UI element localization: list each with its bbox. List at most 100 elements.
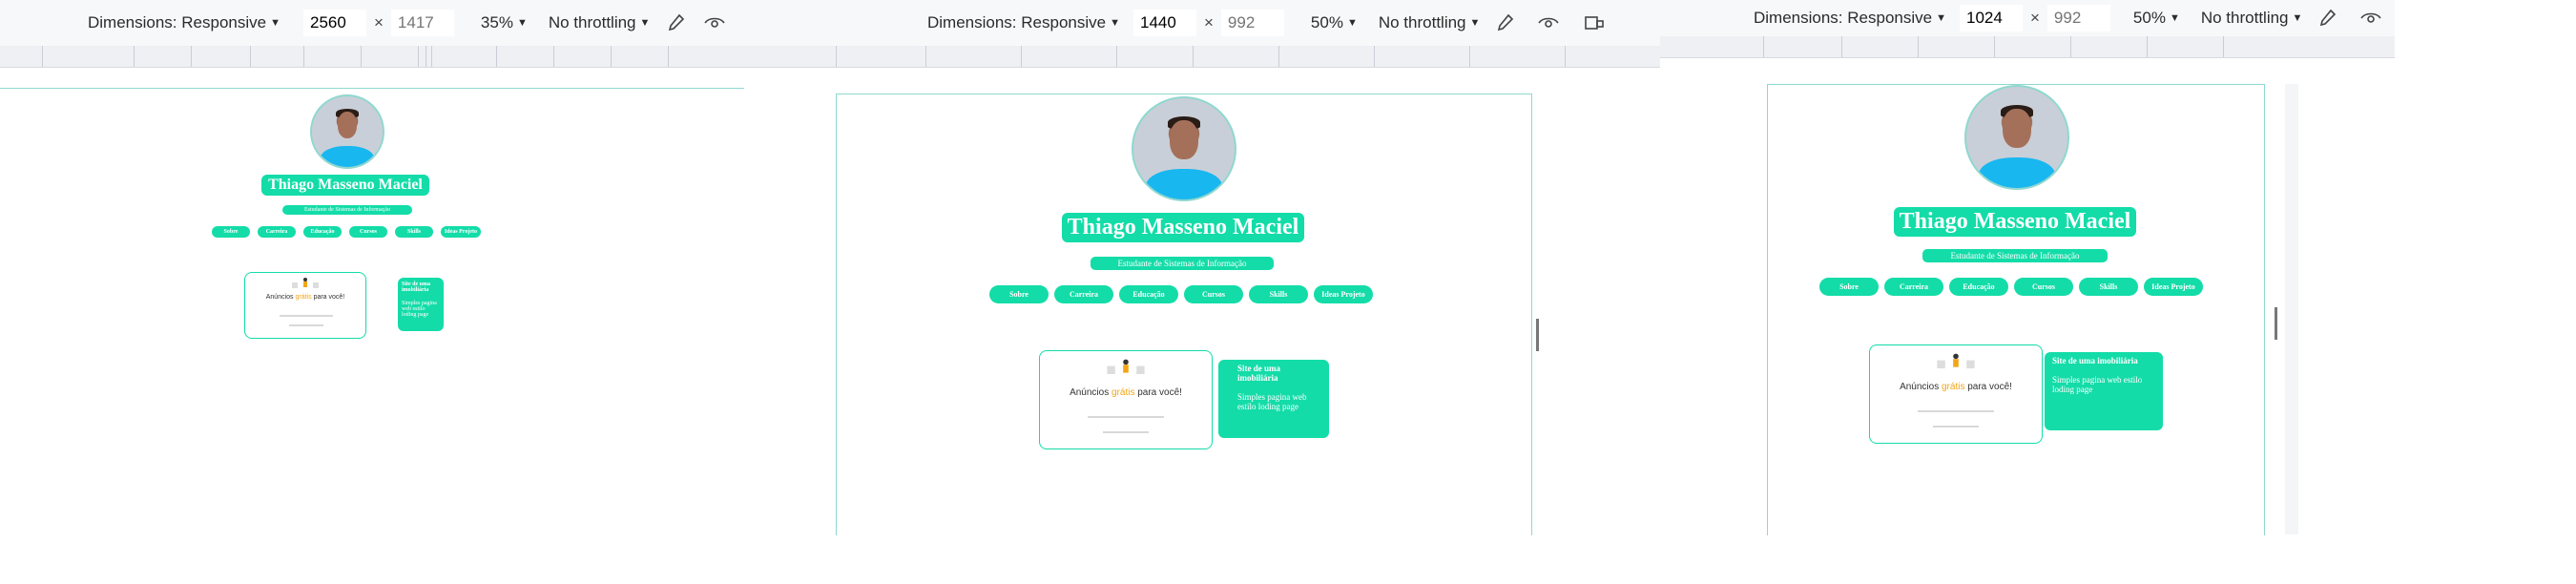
nav-cursos[interactable]: Cursos — [1184, 285, 1243, 303]
nav-sobre[interactable]: Sobre — [1819, 278, 1879, 296]
media-query-ruler[interactable] — [0, 46, 744, 68]
profile-photo — [1132, 96, 1236, 201]
media-query-ruler[interactable] — [1660, 36, 2395, 58]
device-toolbar: Dimensions: Responsive▼ × 50%▼ No thrott… — [1660, 0, 2395, 36]
profile-name: Thiago Masseno Maciel — [261, 175, 429, 196]
eyedropper-icon[interactable] — [1491, 10, 1518, 36]
project-description: Simples pagina web estilo loding page — [2052, 375, 2143, 394]
project-description: Simples pagina web estilo loding page — [1237, 392, 1307, 411]
nav-skills[interactable]: Skills — [395, 226, 433, 238]
chevron-down-icon: ▼ — [2169, 12, 2180, 24]
dimensions-dropdown[interactable]: Dimensions: Responsive ▼ — [88, 13, 280, 32]
dimensions-dropdown[interactable]: Dimensions: Responsive ▼ — [927, 13, 1120, 32]
device-viewport: Thiago Masseno Maciel Estudante de Siste… — [1767, 84, 2265, 535]
nav-ideas-projeto[interactable]: Ideas Projeto — [2144, 278, 2203, 296]
nav-ideas-projeto[interactable]: Ideas Projeto — [1314, 285, 1373, 303]
nav-sobre[interactable]: Sobre — [212, 226, 250, 238]
height-input[interactable] — [2046, 5, 2110, 31]
width-input[interactable] — [302, 10, 366, 36]
resize-handle[interactable] — [1536, 319, 1545, 351]
chevron-down-icon: ▼ — [1346, 17, 1358, 29]
throttling-dropdown[interactable]: No throttling ▼ — [2201, 9, 2303, 28]
chevron-down-icon: ▼ — [1469, 17, 1481, 29]
project-preview-card[interactable]: Anúncios grátis para você! — [1039, 350, 1213, 449]
nav-carreira[interactable]: Carreira — [258, 226, 296, 238]
nav-sobre[interactable]: Sobre — [989, 285, 1049, 303]
dimensions-label: Dimensions: Responsive — [1754, 9, 1933, 27]
nav-carreira[interactable]: Carreira — [1054, 285, 1113, 303]
nav-carreira[interactable]: Carreira — [1884, 278, 1943, 296]
height-input[interactable] — [1220, 10, 1284, 36]
nav-skills[interactable]: Skills — [2079, 278, 2138, 296]
dimensions-dropdown[interactable]: Dimensions: Responsive ▼ — [1754, 9, 1946, 28]
chevron-down-icon: ▼ — [639, 17, 651, 29]
device-toolbar: Dimensions: Responsive▼ × 50%▼ No thrott… — [744, 0, 1660, 46]
project-headline: Anúncios grátis para você! — [1070, 387, 1182, 398]
profile-subtitle: Estudante de Sistemas de Informação — [282, 205, 412, 215]
throttling-dropdown[interactable]: No throttling ▼ — [549, 13, 651, 32]
project-preview-card[interactable]: Anúncios grátis para você! — [244, 272, 366, 339]
profile-name: Thiago Masseno Maciel — [1894, 207, 2136, 237]
throttling-label: No throttling — [2200, 9, 2289, 27]
project-description: Simples pagina web estilo loding page — [402, 301, 437, 318]
project-headline: Anúncios grátis para você! — [1900, 382, 2012, 392]
nav-cursos[interactable]: Cursos — [2014, 278, 2073, 296]
dimensions-label: Dimensions: Responsive — [88, 13, 267, 31]
eye-icon[interactable] — [2358, 5, 2384, 31]
nav-cursos[interactable]: Cursos — [349, 226, 387, 238]
zoom-dropdown[interactable]: 35% ▼ — [481, 13, 528, 32]
nav-educacao[interactable]: Educação — [303, 226, 342, 238]
eyedropper-icon[interactable] — [2314, 5, 2340, 31]
text-line — [280, 315, 333, 317]
width-input[interactable] — [1959, 5, 2023, 31]
scrollbar-track[interactable] — [2285, 84, 2298, 534]
zoom-label: 50% — [2132, 9, 2166, 27]
times-sign: × — [1203, 13, 1214, 31]
people-illustration — [1107, 359, 1145, 374]
section-nav: Sobre Carreira Educação Cursos Skills Id… — [212, 226, 481, 238]
width-input[interactable] — [1132, 10, 1196, 36]
section-nav: Sobre Carreira Educação Cursos Skills Id… — [1819, 278, 2203, 296]
chevron-down-icon: ▼ — [270, 17, 280, 29]
throttling-dropdown[interactable]: No throttling ▼ — [1379, 13, 1481, 32]
nav-educacao[interactable]: Educação — [1119, 285, 1178, 303]
throttling-label: No throttling — [548, 13, 636, 31]
zoom-dropdown[interactable]: 50% ▼ — [2133, 9, 2180, 28]
nav-ideas-projeto[interactable]: Ideas Projeto — [441, 226, 481, 238]
text-line — [1918, 410, 1994, 412]
zoom-label: 35% — [480, 13, 513, 31]
dimensions-label: Dimensions: Responsive — [927, 13, 1107, 31]
profile-subtitle: Estudante de Sistemas de Informação — [1091, 257, 1274, 270]
devtools-panel-3: Dimensions: Responsive▼ × 50%▼ No thrott… — [1660, 0, 2395, 535]
project-info-card: Site de uma imobiliária Simples pagina w… — [2045, 352, 2163, 430]
device-viewport: Thiago Masseno Maciel Estudante de Siste… — [0, 88, 744, 535]
nav-skills[interactable]: Skills — [1249, 285, 1308, 303]
devtools-panel-1: Dimensions: Responsive▼ × 35%▼ No thrott… — [0, 0, 767, 535]
chevron-down-icon: ▼ — [1110, 17, 1120, 29]
eye-icon[interactable] — [703, 10, 726, 36]
devtools-panel-2: Dimensions: Responsive▼ × 50%▼ No thrott… — [744, 0, 1660, 535]
project-preview-card[interactable]: Anúncios grátis para você! — [1869, 344, 2043, 444]
height-input[interactable] — [390, 10, 454, 36]
eye-icon[interactable] — [1535, 10, 1562, 36]
text-line — [289, 324, 323, 326]
people-illustration — [292, 278, 319, 288]
media-query-ruler[interactable] — [744, 46, 1660, 68]
section-nav: Sobre Carreira Educação Cursos Skills Id… — [989, 285, 1373, 303]
zoom-dropdown[interactable]: 50% ▼ — [1311, 13, 1358, 32]
nav-educacao[interactable]: Educação — [1949, 278, 2008, 296]
project-title: Site de uma imobiliária — [402, 282, 430, 293]
rotate-icon[interactable] — [1581, 10, 1608, 36]
profile-name: Thiago Masseno Maciel — [1062, 213, 1304, 242]
device-toolbar: Dimensions: Responsive▼ × 35%▼ No thrott… — [0, 0, 767, 46]
profile-subtitle: Estudante de Sistemas de Informação — [1922, 249, 2108, 262]
chevron-down-icon: ▼ — [2292, 12, 2303, 24]
resize-handle[interactable] — [2275, 307, 2283, 340]
chevron-down-icon: ▼ — [1936, 12, 1946, 24]
project-info-card: Site de uma imobiliária Simples pagina w… — [1218, 360, 1329, 438]
text-line — [1933, 426, 1979, 428]
times-sign: × — [2029, 9, 2040, 27]
profile-photo — [1964, 85, 2069, 190]
eyedropper-icon[interactable] — [665, 10, 686, 36]
throttling-label: No throttling — [1378, 13, 1466, 31]
